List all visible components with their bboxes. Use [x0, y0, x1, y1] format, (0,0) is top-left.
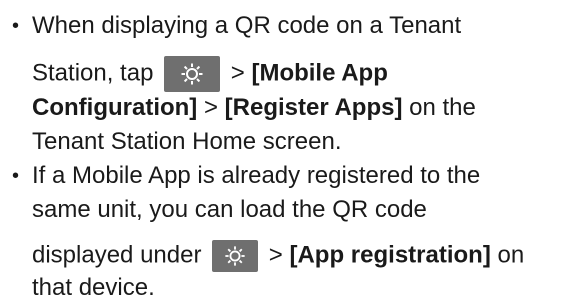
- note-1-line-3: Configuration] > [Register Apps] on the: [32, 94, 476, 122]
- note-2-line-1: If a Mobile App is already registered to…: [32, 162, 480, 190]
- note-2-text: displayed under: [32, 241, 202, 269]
- separator: >: [230, 59, 245, 87]
- note-1-line-1: When displaying a QR code on a Tenant: [32, 12, 461, 40]
- instruction-notes: • When displaying a QR code on a Tenant …: [0, 0, 582, 303]
- note-1-text: When displaying a QR code on a Tenant: [32, 12, 462, 39]
- note-2-text: that device.: [32, 274, 155, 301]
- bullet-marker: •: [12, 15, 20, 37]
- bullet-marker: •: [12, 165, 20, 187]
- note-2-text: If a Mobile App is already registered to…: [32, 162, 481, 189]
- note-1-line-2: Station, tap > [Mobile App: [32, 56, 388, 92]
- menu-app-registration: [App registration]: [289, 241, 491, 269]
- note-2-text: same unit, you can load the QR code: [32, 196, 427, 223]
- note-1-line-4: Tenant Station Home screen.: [32, 128, 342, 156]
- separator: >: [268, 241, 283, 269]
- settings-button: [212, 240, 259, 272]
- menu-mobile-app-configuration: [Mobile App: [251, 59, 388, 87]
- note-2-line-2: same unit, you can load the QR code: [32, 196, 427, 224]
- note-2-line-4: that device.: [32, 274, 155, 302]
- note-1-text: on the: [409, 94, 476, 121]
- separator: >: [203, 94, 218, 121]
- note-1-text: Station, tap: [32, 59, 154, 87]
- note-2-text: on: [497, 241, 525, 269]
- settings-button: [164, 56, 221, 92]
- menu-mobile-app-configuration: Configuration]: [32, 94, 198, 121]
- note-2-line-3: displayed under > [App registration] on: [32, 240, 524, 272]
- note-1-text: Tenant Station Home screen.: [32, 128, 342, 155]
- gear-icon: [225, 246, 245, 266]
- gear-icon: [181, 63, 203, 85]
- menu-register-apps: [Register Apps]: [224, 94, 403, 121]
